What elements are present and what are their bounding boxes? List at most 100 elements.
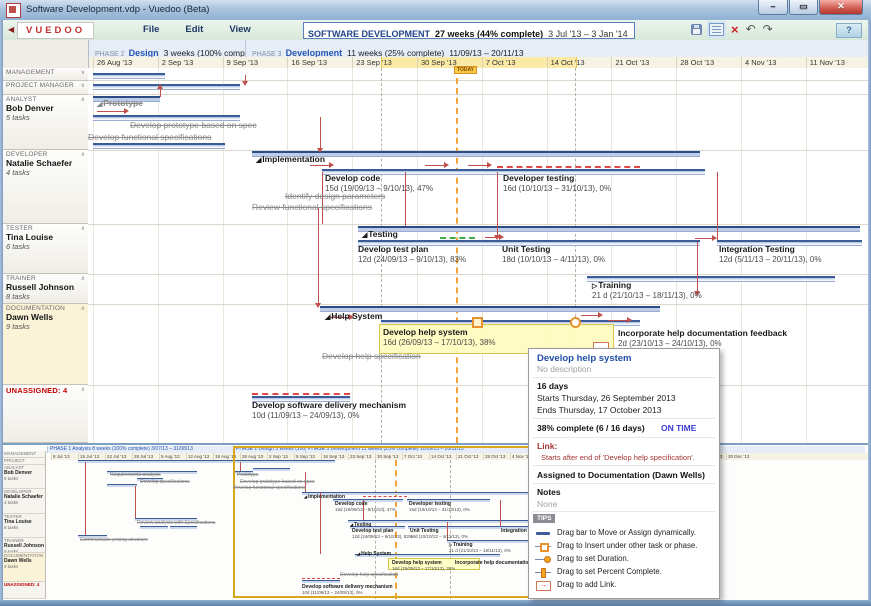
task-label[interactable]: Identify design parameters xyxy=(285,191,385,201)
expand-triangle-icon[interactable]: ◢ xyxy=(97,101,102,108)
app-logo: VUEDOO xyxy=(17,22,94,39)
dependency-connector xyxy=(318,208,319,306)
minimap-task-detail-label[interactable]: 16d (26/09/13 – 17/10/13), 38% xyxy=(392,566,455,572)
minimap-task-detail-label[interactable]: 18d (10/10/13 – 4/11/13), 0% xyxy=(410,534,468,540)
help-button[interactable]: ? xyxy=(836,23,862,38)
menu-edit[interactable]: Edit xyxy=(185,24,203,35)
phase-label[interactable]: ◢Help System xyxy=(325,311,382,323)
task-detail-label[interactable]: 16d (26/09/13 – 17/10/13), 38% xyxy=(383,338,496,348)
task-detail-label[interactable]: 21 d (21/10/13 – 18/11/13), 0% xyxy=(592,291,702,301)
list-view-icon[interactable] xyxy=(709,23,724,36)
task-label[interactable]: Unit Testing xyxy=(502,244,550,254)
task-detail-label[interactable]: 16d (10/10/13 – 31/10/13), 0% xyxy=(503,184,611,194)
task-bar[interactable] xyxy=(93,143,225,149)
collapse-triangle-icon[interactable]: ▷ xyxy=(592,283,597,290)
task-label[interactable]: Review functional specifications xyxy=(252,202,372,212)
minimap-task-label[interactable]: Develop functional specifications xyxy=(233,485,306,491)
task-detail-label[interactable]: 12d (5/11/13 – 20/11/13), 0% xyxy=(719,255,821,265)
task-detail-label[interactable]: 12d (24/09/13 – 9/10/13), 83% xyxy=(358,255,466,265)
minimap-task-label[interactable]: Communicate pricing structure xyxy=(80,537,148,543)
window-border-bottom xyxy=(0,600,871,606)
chevron-up-icon[interactable]: ∧ xyxy=(81,275,85,282)
minimap-resource-tasks: 5 tasks xyxy=(4,476,44,481)
task-label[interactable]: Integration Testing xyxy=(719,244,795,254)
phase-tab-3[interactable]: PHASE 3Development11 weeks (25% complete… xyxy=(245,40,868,57)
phase-summary-bar[interactable] xyxy=(358,226,860,232)
minimap-task-bar xyxy=(140,526,168,529)
resource-row-management[interactable]: MANAGEMENT∨ xyxy=(3,68,88,81)
resource-row-documentation[interactable]: DOCUMENTATIONDawn Wells9 tasks∧ xyxy=(3,304,88,385)
phase-dates: 11/09/13 – 20/11/13 xyxy=(449,48,523,57)
task-label[interactable]: Develop functional specifications xyxy=(88,132,211,142)
minimap-task-detail-label[interactable]: 21 d (21/10/13 – 18/11/13), 0% xyxy=(449,548,511,554)
phase-label[interactable]: ◢Implementation xyxy=(256,154,325,166)
expand-triangle-icon[interactable]: ◢ xyxy=(350,522,353,527)
bar-drag-icon xyxy=(535,529,553,537)
chevron-up-icon[interactable]: ∧ xyxy=(81,305,85,312)
minimize-button[interactable]: – xyxy=(758,0,788,15)
task-detail-label[interactable]: 10d (11/09/13 – 24/09/13), 0% xyxy=(252,411,360,421)
expand-triangle-icon[interactable]: ◢ xyxy=(357,551,360,556)
task-detail-label[interactable]: 18d (10/10/13 – 4/11/13), 0% xyxy=(502,255,605,265)
maximize-button[interactable]: ▭ xyxy=(789,0,818,15)
collapse-arrow-icon[interactable]: ◀ xyxy=(8,25,14,34)
menu-file[interactable]: File xyxy=(143,24,159,35)
tooltip-end-date: Ends Thursday, 17 October 2013 xyxy=(537,405,661,415)
minimap-task-label[interactable]: Develop help specification xyxy=(340,572,398,578)
bar-glyph xyxy=(536,532,550,535)
drag-duration-handle[interactable] xyxy=(570,317,581,328)
task-label[interactable]: Incorporate help documentation feedback xyxy=(618,328,787,338)
minimap-task-label[interactable]: Prototype xyxy=(237,472,258,478)
expand-triangle-icon[interactable]: ◢ xyxy=(325,314,330,321)
resource-row-tester[interactable]: TESTERTina Louise6 tasks∧ xyxy=(3,224,88,274)
task-bar[interactable] xyxy=(93,73,165,79)
undo-icon[interactable]: ↶ xyxy=(746,23,756,36)
minimap-task-detail-label[interactable]: 10d (11/09/13 – 24/09/13), 0% xyxy=(302,590,362,596)
collapse-triangle-icon[interactable]: ▷ xyxy=(449,542,452,547)
task-label[interactable]: Develop help system xyxy=(383,327,468,337)
project-overview-minimap[interactable]: MANAGEMENTPROJECT MANAGERANALYSTBob Denv… xyxy=(3,443,868,600)
expand-triangle-icon[interactable]: ◢ xyxy=(256,157,261,164)
task-label[interactable]: Develop code xyxy=(325,173,380,183)
phase-tab-2[interactable]: PHASE 2Design3 weeks (100% compl... xyxy=(88,40,245,57)
minimap-task-label[interactable]: Develop specifications xyxy=(140,479,190,485)
chevron-up-icon[interactable]: ∧ xyxy=(81,225,85,232)
chevron-up-icon[interactable]: ∧ xyxy=(81,96,85,103)
resource-row-project-manager[interactable]: PROJECT MANAGER∨ xyxy=(3,81,88,95)
menu-view[interactable]: View xyxy=(229,24,250,35)
resource-row-unassigned-[interactable]: UNASSIGNED: 4∧ xyxy=(3,385,88,443)
circle-glyph xyxy=(544,556,551,563)
minimap-phase-label[interactable]: ◢Implementation xyxy=(304,494,345,500)
minimap-task-detail-label[interactable]: 16d (10/10/13 – 31/10/13), 0% xyxy=(409,507,470,513)
phase-label[interactable]: ◢Prototype xyxy=(97,98,143,110)
minimap-phase-label[interactable]: ◢Help System xyxy=(357,551,391,557)
expand-triangle-icon[interactable]: ◢ xyxy=(362,232,367,239)
redo-icon[interactable]: ↷ xyxy=(763,23,773,36)
chevron-down-icon[interactable]: ∨ xyxy=(81,82,85,89)
task-label[interactable]: Develop prototype based on spec xyxy=(130,120,257,130)
chevron-down-icon[interactable]: ∨ xyxy=(81,69,85,76)
minimap-resource-row: MANAGEMENT xyxy=(3,451,45,458)
minimap-task-detail-label[interactable]: 12d (24/09/13 – 9/10/13), 83% xyxy=(352,534,413,540)
task-bar[interactable] xyxy=(93,84,240,90)
minimap-task-label[interactable]: Review analysis with Specifications xyxy=(137,520,215,526)
resource-row-trainer[interactable]: TRAINERRussell Johnson8 tasks∧ xyxy=(3,274,88,304)
task-label[interactable]: Develop software delivery mechanism xyxy=(252,400,406,410)
task-label[interactable]: Develop test plan xyxy=(358,244,428,254)
minimap-task-label[interactable]: Requirements analysis xyxy=(110,472,161,478)
resource-row-developer[interactable]: DEVELOPERNatalie Schaefer4 tasks∧ xyxy=(3,150,88,224)
save-icon[interactable] xyxy=(691,24,702,35)
resource-row-analyst[interactable]: ANALYSTBob Denver5 tasks∧ xyxy=(3,95,88,150)
task-label[interactable]: Develop help specification xyxy=(322,351,421,361)
drag-insert-handle[interactable] xyxy=(472,317,483,328)
chevron-up-icon[interactable]: ∧ xyxy=(81,151,85,158)
expand-triangle-icon[interactable]: ◢ xyxy=(304,494,307,499)
phase-label[interactable]: ◢Testing xyxy=(362,229,398,241)
close-button[interactable]: ✕ xyxy=(819,0,863,15)
resource-role: UNASSIGNED: 4 xyxy=(6,386,85,395)
chevron-up-icon[interactable]: ∧ xyxy=(81,386,85,393)
project-summary-box[interactable]: SOFTWARE DEVELOPMENT27 weeks (44% comple… xyxy=(303,22,635,39)
minimap-task-detail-label[interactable]: 15d (19/09/13 – 9/10/13), 47% xyxy=(335,507,396,513)
delete-icon[interactable]: × xyxy=(731,23,739,36)
task-label[interactable]: Developer testing xyxy=(503,173,574,183)
